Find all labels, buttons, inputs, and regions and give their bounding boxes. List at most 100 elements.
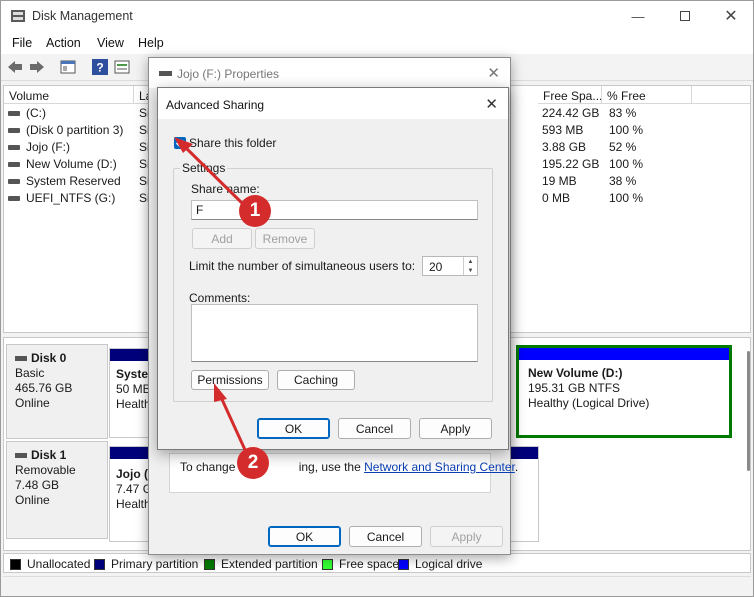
- volume-icon: [8, 111, 20, 117]
- advanced-sharing-ok-button[interactable]: OK: [257, 418, 330, 439]
- legend-swatch: [94, 558, 105, 570]
- advanced-sharing-cancel-button[interactable]: Cancel: [338, 418, 411, 439]
- percent-free-cell: 83 %: [609, 106, 637, 120]
- user-limit-value[interactable]: 20: [429, 260, 442, 274]
- menu-file[interactable]: File: [12, 36, 32, 50]
- minimize-button[interactable]: —: [618, 3, 658, 29]
- share-this-folder-checkbox[interactable]: [174, 137, 186, 149]
- column-header-filler: [692, 86, 750, 104]
- disk-status: Online: [15, 493, 50, 507]
- maximize-icon: [680, 11, 690, 21]
- maximize-button[interactable]: [665, 3, 705, 29]
- menu-help[interactable]: Help: [138, 36, 164, 50]
- legend-item-primary: Primary partition: [94, 557, 198, 571]
- scrollbar-thumb[interactable]: [747, 351, 750, 471]
- partition-status: Health: [116, 497, 151, 511]
- percent-free-cell: 100 %: [609, 191, 644, 205]
- volume-icon: [8, 128, 20, 134]
- legend: Unallocated Primary partition Extended p…: [3, 553, 751, 573]
- forward-button[interactable]: [28, 58, 46, 76]
- title-bar: Disk Management — ✕: [1, 1, 753, 32]
- network-sharing-panel: To change th ing, use the Network and Sha…: [169, 453, 518, 493]
- free-space-cell: 195.22 GB: [542, 157, 600, 171]
- annotation-marker-1: 1: [239, 195, 271, 227]
- properties-title: Jojo (F:) Properties: [177, 67, 280, 81]
- column-header-free-space[interactable]: Free Spa...: [538, 86, 602, 104]
- properties-apply-button[interactable]: Apply: [430, 526, 503, 547]
- free-space-cell: 224.42 GB: [542, 106, 600, 120]
- volume-cell: Jojo (F:): [8, 140, 70, 154]
- partition-status: Healthy (Logical Drive): [528, 396, 650, 410]
- back-button[interactable]: [6, 58, 24, 76]
- properties-ok-button[interactable]: OK: [268, 526, 341, 547]
- close-icon: ✕: [724, 8, 738, 25]
- vertical-scrollbar[interactable]: [744, 341, 752, 481]
- percent-free-cell: 100 %: [609, 123, 644, 137]
- partition-status: Health: [116, 397, 151, 411]
- percent-free-cell: 100 %: [609, 157, 644, 171]
- disk-1-label[interactable]: Disk 1 Removable 7.48 GB Online: [6, 441, 108, 539]
- sharing-text: To change th ing, use the Network and Sha…: [180, 460, 519, 474]
- comments-label: Comments:: [189, 291, 251, 305]
- disk-name: Disk 0: [15, 351, 99, 366]
- share-name-input[interactable]: F: [191, 200, 478, 220]
- permissions-button[interactable]: Permissions: [191, 370, 269, 390]
- free-space-cell: 0 MB: [542, 191, 571, 205]
- help-icon: ?: [92, 59, 108, 75]
- menu-action[interactable]: Action: [46, 36, 81, 50]
- caching-button[interactable]: Caching: [277, 370, 355, 390]
- disk-name: Disk 1: [15, 448, 99, 463]
- menu-view[interactable]: View: [97, 36, 124, 50]
- settings-legend: Settings: [180, 161, 228, 175]
- volume-cell: UEFI_NTFS (G:): [8, 191, 115, 205]
- properties-cancel-button[interactable]: Cancel: [349, 526, 422, 547]
- minimize-icon: —: [631, 8, 645, 24]
- legend-swatch: [10, 558, 21, 570]
- partition-size: 195.31 GB NTFS: [528, 381, 621, 395]
- user-limit-spinner[interactable]: 20 ▲ ▼: [422, 256, 478, 276]
- column-header-percent-free[interactable]: % Free: [602, 86, 692, 104]
- disk-status: Online: [15, 396, 50, 410]
- spin-up-icon[interactable]: ▲: [468, 259, 474, 265]
- legend-item-extended: Extended partition: [204, 557, 318, 571]
- share-this-folder-label[interactable]: Share this folder: [189, 136, 276, 150]
- disk-0-label[interactable]: Disk 0 Basic 465.76 GB Online: [6, 344, 108, 439]
- advanced-sharing-apply-button[interactable]: Apply: [419, 418, 492, 439]
- advanced-sharing-close-button[interactable]: ✕: [485, 95, 498, 113]
- console-tree-icon: [60, 60, 76, 74]
- spin-down-icon[interactable]: ▼: [468, 268, 474, 274]
- close-button[interactable]: ✕: [711, 3, 751, 29]
- window-title: Disk Management: [32, 9, 133, 23]
- properties-icon: [114, 60, 130, 74]
- remove-button[interactable]: Remove: [255, 228, 315, 249]
- network-sharing-center-link[interactable]: Network and Sharing Center: [364, 460, 515, 474]
- volume-icon: [8, 162, 20, 168]
- partition-new-volume-d[interactable]: New Volume (D:) 195.31 GB NTFS Healthy (…: [516, 345, 732, 438]
- partition-name: Jojo (I: [116, 467, 152, 481]
- volume-cell: (C:): [8, 106, 46, 120]
- annotation-marker-2: 2: [237, 447, 269, 479]
- properties-close-button[interactable]: ✕: [487, 64, 500, 82]
- disk-size: 465.76 GB: [15, 381, 73, 395]
- volume-cell: New Volume (D:): [8, 157, 117, 171]
- advanced-sharing-dialog: Advanced Sharing ✕ Share this folder Set…: [157, 87, 509, 450]
- close-icon: ✕: [485, 96, 498, 113]
- free-space-cell: 19 MB: [542, 174, 577, 188]
- volume-cell: (Disk 0 partition 3): [8, 123, 123, 137]
- disk-type: Removable: [15, 463, 76, 477]
- svg-text:?: ?: [96, 61, 103, 75]
- volume-cell: System Reserved: [8, 174, 121, 188]
- add-button[interactable]: Add: [192, 228, 252, 249]
- disk-size: 7.48 GB: [15, 478, 60, 492]
- percent-free-cell: 52 %: [609, 140, 637, 154]
- column-header-volume[interactable]: Volume: [4, 86, 134, 104]
- help-button[interactable]: ?: [91, 58, 109, 76]
- comments-textarea[interactable]: [191, 304, 478, 362]
- partition-size: 50 MB: [116, 382, 151, 396]
- percent-free-cell: 38 %: [609, 174, 637, 188]
- advanced-sharing-title: Advanced Sharing: [166, 98, 265, 112]
- properties-toolbar-button[interactable]: [113, 58, 131, 76]
- console-tree-button[interactable]: [59, 58, 77, 76]
- legend-swatch: [204, 558, 215, 570]
- spinner-arrows[interactable]: ▲ ▼: [463, 257, 477, 275]
